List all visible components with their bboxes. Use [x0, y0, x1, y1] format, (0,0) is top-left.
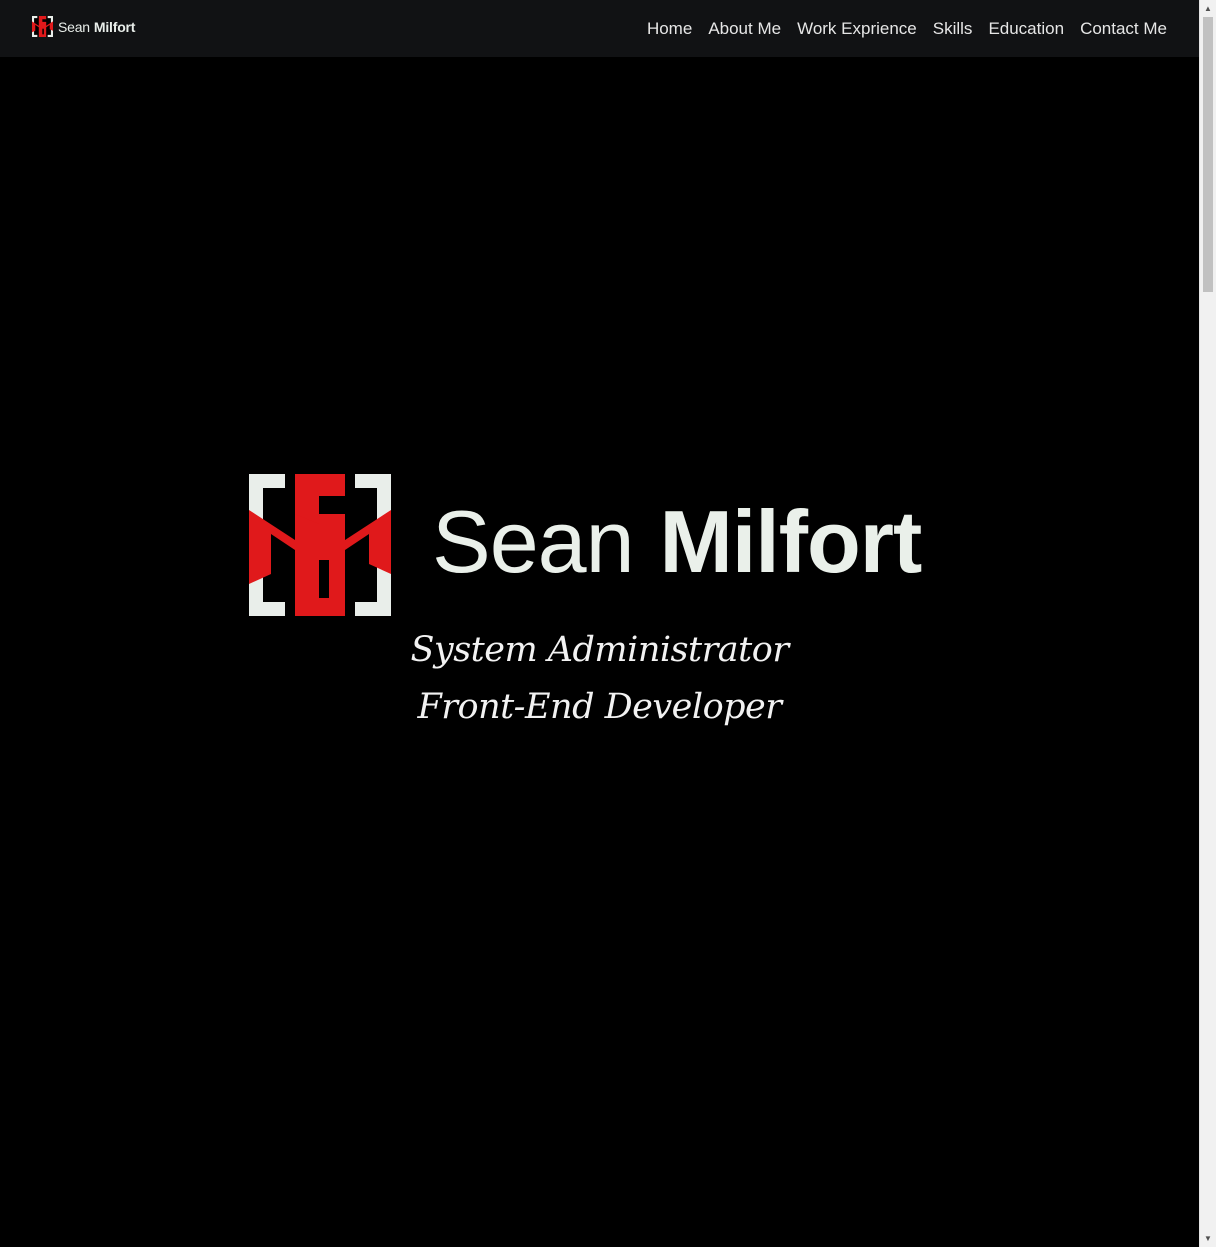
tagline-role-2: Front-End Developer [417, 687, 782, 727]
hero-taglines: System Administrator Front-End Developer [0, 622, 1199, 736]
brand-last-name: Milfort [93, 18, 136, 35]
brand-name: Sean Milfort [58, 19, 135, 35]
page: Sean Milfort Home About Me Work Exprience… [0, 0, 1216, 1247]
brand-first-name: Sean [58, 18, 90, 35]
hero-last-name: Milfort [659, 492, 923, 591]
nav-about-me[interactable]: About Me [700, 0, 789, 57]
nav-links: Home About Me Work Exprience Skills Educ… [639, 0, 1167, 57]
hero-name: Sean Milfort [432, 492, 923, 591]
tagline-role-1: System Administrator [410, 630, 789, 670]
brand-link[interactable]: Sean Milfort [32, 15, 135, 38]
hero-first-name: Sean [432, 492, 635, 591]
scroll-up-arrow-icon[interactable]: ▲ [1200, 0, 1216, 17]
vertical-scrollbar[interactable]: ▲ ▼ [1199, 0, 1216, 1247]
nav-home[interactable]: Home [639, 0, 700, 57]
scrollbar-thumb[interactable] [1203, 17, 1213, 292]
nav-education[interactable]: Education [980, 0, 1072, 57]
scroll-down-arrow-icon[interactable]: ▼ [1200, 1230, 1216, 1247]
navbar: Sean Milfort Home About Me Work Exprience… [0, 0, 1199, 57]
sm-logo-icon [32, 16, 53, 37]
nav-skills[interactable]: Skills [925, 0, 981, 57]
nav-contact-me[interactable]: Contact Me [1072, 0, 1167, 57]
nav-work-experience[interactable]: Work Exprience [789, 0, 925, 57]
hero-logo-icon [249, 474, 391, 616]
